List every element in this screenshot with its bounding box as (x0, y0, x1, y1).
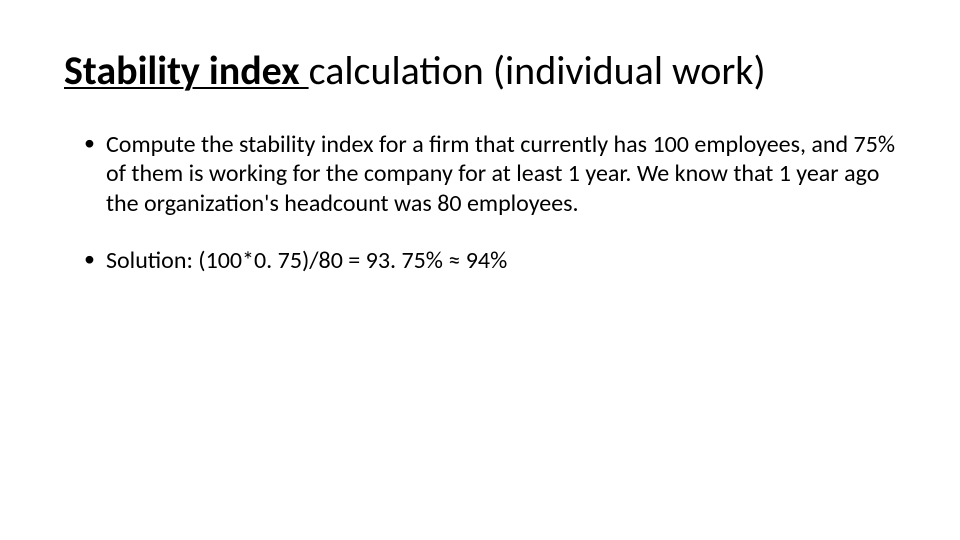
bullet-list: Compute the stability index for a firm t… (84, 130, 896, 275)
slide-body: Compute the stability index for a firm t… (64, 130, 896, 275)
slide-title: Stability index calculation (individual … (64, 48, 896, 94)
title-emphasis: Stability index (64, 46, 309, 95)
slide: Stability index calculation (individual … (0, 0, 960, 540)
list-item: Compute the stability index for a firm t… (84, 130, 896, 218)
title-rest: calculation (individual work) (309, 46, 766, 95)
list-item: Solution: (100*0. 75)/80 = 93. 75% ≈ 94% (84, 246, 896, 275)
